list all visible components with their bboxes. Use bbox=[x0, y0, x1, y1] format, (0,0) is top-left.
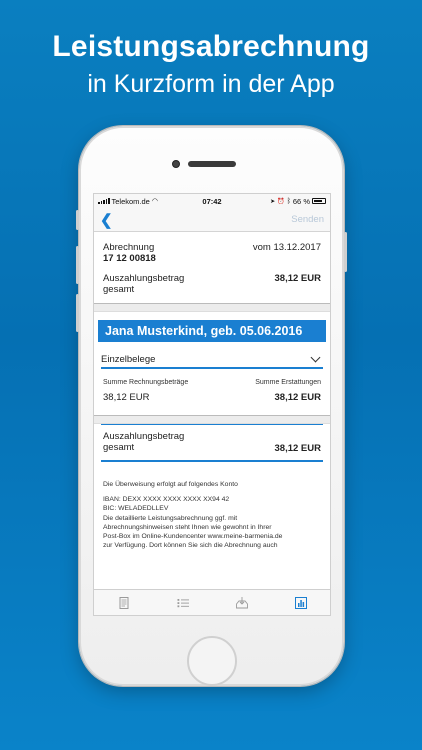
status-time: 07:42 bbox=[202, 196, 222, 206]
inbox-download-icon bbox=[235, 596, 248, 608]
abrechnung-date: vom 13.12.2017 bbox=[252, 242, 321, 253]
phone-power-button bbox=[344, 232, 347, 272]
list-icon bbox=[177, 598, 189, 607]
back-button[interactable]: ❮ bbox=[100, 211, 113, 229]
transfer-note-line3: Post-Box im Online-Kundencenter www.mein… bbox=[103, 532, 283, 540]
sum-invoices-value: 38,12 EUR bbox=[103, 392, 150, 403]
sum-refunds-label: Summe Erstattungen bbox=[255, 379, 321, 386]
transfer-intro: Die Überweisung erfolgt auf folgendes Ko… bbox=[103, 481, 238, 488]
promo-headline: Leistungsabrechnung in Kurzform in der A… bbox=[0, 30, 422, 99]
app-screen: Telekom.de ◠ 07:42 ➤ ⏰ ᛒ 66 % ❮ Senden A… bbox=[93, 193, 331, 616]
transfer-bic: BIC: WELADEDLLEV bbox=[103, 505, 169, 513]
total-amount: 38,12 EUR bbox=[274, 443, 321, 454]
transfer-iban: IBAN: DEXX XXXX XXXX XXXX XX94 42 bbox=[103, 496, 230, 504]
payout-label-line2: gesamt bbox=[103, 284, 135, 295]
payout-label-line1: Auszahlungsbetrag bbox=[103, 273, 185, 284]
promo-title: Leistungsabrechnung bbox=[52, 30, 370, 63]
person-name-banner: Jana Musterkind, geb. 05.06.2016 bbox=[98, 320, 326, 342]
phone-volume-down bbox=[76, 294, 79, 332]
transfer-info: Die Überweisung erfolgt auf folgendes Ko… bbox=[94, 462, 330, 550]
phone-silent-switch bbox=[76, 210, 79, 230]
payout-amount: 38,12 EUR bbox=[274, 273, 321, 284]
total-label-line2: gesamt bbox=[103, 442, 135, 453]
sum-refunds-value: 38,12 EUR bbox=[274, 392, 321, 403]
send-button[interactable]: Senden bbox=[291, 214, 324, 225]
phone-frame: Telekom.de ◠ 07:42 ➤ ⏰ ᛒ 66 % ❮ Senden A… bbox=[76, 126, 347, 686]
abrechnung-number: 17 12 00818 bbox=[103, 253, 156, 264]
sum-invoices-label: Summe Rechnungsbeträge bbox=[103, 379, 189, 386]
chevron-down-icon bbox=[310, 352, 321, 363]
transfer-note-line1: Die detaillierte Leistungsabrechnung ggf… bbox=[103, 514, 238, 522]
front-camera bbox=[172, 160, 180, 168]
receipts-dropdown[interactable]: Einzelbelege bbox=[101, 352, 323, 369]
tab-list[interactable] bbox=[176, 596, 190, 610]
summary-section: Abrechnung 17 12 00818 vom 13.12.2017 Au… bbox=[94, 232, 330, 304]
nav-bar: ❮ Senden bbox=[94, 208, 330, 232]
person-section: Jana Musterkind, geb. 05.06.2016 Einzelb… bbox=[94, 320, 330, 416]
section-divider bbox=[94, 416, 330, 424]
chart-icon bbox=[294, 596, 307, 609]
total-label-line1: Auszahlungsbetrag bbox=[103, 431, 185, 442]
total-section: Auszahlungsbetrag gesamt 38,12 EUR bbox=[101, 424, 323, 462]
promo-subtitle: in Kurzform in der App bbox=[87, 70, 335, 98]
tab-statistics[interactable] bbox=[294, 596, 308, 610]
home-button[interactable] bbox=[187, 636, 237, 686]
document-icon bbox=[119, 596, 128, 609]
receipts-dropdown-label: Einzelbelege bbox=[101, 354, 156, 365]
status-bar: Telekom.de ◠ 07:42 ➤ ⏰ ᛒ 66 % bbox=[94, 194, 330, 208]
section-divider bbox=[94, 304, 330, 312]
transfer-note-line2: Abrechnungshinweisen steht Ihnen wie gew… bbox=[103, 523, 272, 531]
battery-icon bbox=[312, 198, 326, 204]
tab-inbox[interactable] bbox=[235, 596, 249, 610]
phone-volume-up bbox=[76, 246, 79, 284]
tab-bar bbox=[94, 589, 330, 615]
transfer-note-line4: zur Verfügung. Dort können Sie sich die … bbox=[103, 542, 278, 550]
earpiece-speaker bbox=[188, 161, 236, 167]
abrechnung-label: Abrechnung bbox=[103, 242, 155, 253]
tab-documents[interactable] bbox=[117, 596, 131, 610]
